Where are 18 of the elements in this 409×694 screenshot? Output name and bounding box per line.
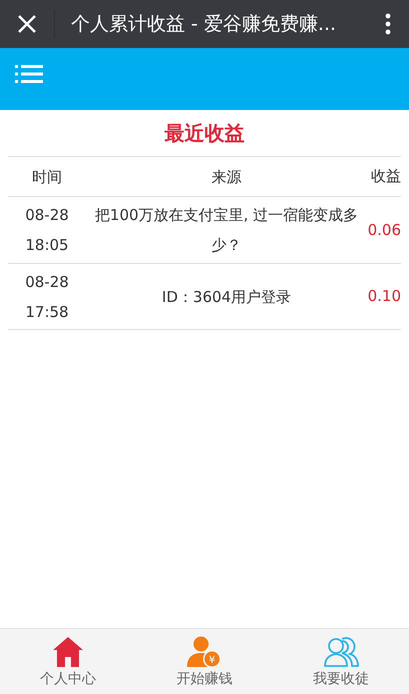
tab-item[interactable]: 我要收徒 <box>272 629 409 694</box>
column-header: 时间 <box>32 168 62 186</box>
column-header: 来源 <box>212 168 242 186</box>
section-title: 最近收益 <box>164 121 244 145</box>
date-text: 08-28 <box>25 272 69 292</box>
source-text: 把100万放在支付宝里, 过一宿能变成多少？ <box>94 206 358 254</box>
amount-text: 0.10 <box>368 287 401 306</box>
column-header: 收益 <box>371 167 401 186</box>
window-title: 个人累计收益 - 爱谷赚免费赚... <box>71 12 338 37</box>
tab-item[interactable]: 个人中心 <box>0 629 136 694</box>
amount-text: 0.06 <box>368 220 401 239</box>
more-icon[interactable] <box>385 13 391 35</box>
time-text: 18:05 <box>25 235 69 256</box>
close-icon[interactable] <box>17 14 37 34</box>
date-text: 08-28 <box>25 205 69 226</box>
tab-item[interactable]: ¥ 开始赚钱 <box>136 629 273 694</box>
time-text: 17:58 <box>25 302 69 322</box>
source-text: ID：3604用户登录 <box>162 288 292 306</box>
